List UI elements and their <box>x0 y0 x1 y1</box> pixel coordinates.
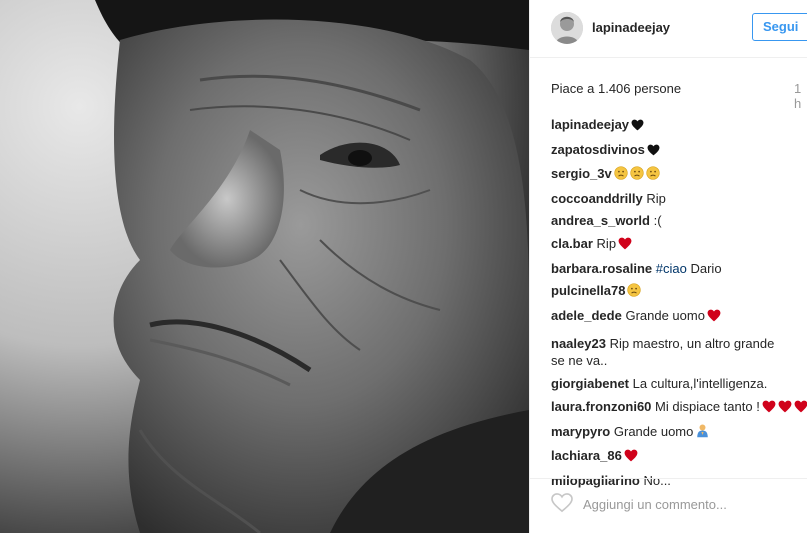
comment-text: Grande uomo <box>613 423 694 439</box>
comment-username[interactable]: laura.fronzoni60 <box>551 399 651 414</box>
post-header: lapinadeejay Segui <box>530 0 807 58</box>
red-heart-icon <box>624 447 638 470</box>
comment-item: barbara.rosaline #ciao Dario <box>551 258 791 281</box>
comment-username[interactable]: coccoanddrilly <box>551 191 643 206</box>
comment-input[interactable] <box>583 494 783 514</box>
red-heart-icon <box>762 398 776 421</box>
black-heart-icon <box>647 141 660 164</box>
sad-face-icon <box>627 282 642 305</box>
praying-person-icon <box>695 423 710 446</box>
comment-text: Rip <box>596 235 617 251</box>
comment-username[interactable]: lapinadeejay <box>551 117 629 132</box>
comment-item: naaley23 Rip maestro, un altro grande se… <box>551 335 791 369</box>
comment-item: laura.fronzoni60 Mi dispiace tanto ! <box>551 396 807 421</box>
comment-item: coccoanddrilly Rip <box>551 188 791 211</box>
comment-text: Rip <box>646 190 666 206</box>
follow-button[interactable]: Segui <box>752 13 807 41</box>
sad-face-icon <box>614 165 628 188</box>
sad-face-icon <box>646 165 660 188</box>
post-photo[interactable] <box>0 0 529 533</box>
comment-text: :( <box>653 213 662 229</box>
comment-text: Mi dispiace tanto ! <box>655 398 760 414</box>
post-sidebar: lapinadeejay Segui Piace a 1.406 persone… <box>529 0 807 533</box>
comment-item: pulcinella78 <box>551 280 791 305</box>
comment-username[interactable]: pulcinella78 <box>551 283 625 298</box>
comment-username[interactable]: marypyro <box>551 424 610 439</box>
comment-username[interactable]: zapatosdivinos <box>551 142 645 157</box>
comment-username[interactable]: barbara.rosaline <box>551 261 652 276</box>
comment-item: lapinadeejay <box>551 114 791 139</box>
comment-username[interactable]: andrea_s_world <box>551 213 650 228</box>
avatar[interactable] <box>551 12 583 44</box>
likes-row: Piace a 1.406 persone 1 h <box>551 81 807 111</box>
sad-face-icon <box>630 165 644 188</box>
comment-username[interactable]: cla.bar <box>551 236 593 251</box>
comment-text: La cultura,l'intelligenza. <box>632 376 768 392</box>
comment-footer <box>530 478 807 533</box>
comments-list: lapinadeejay zapatosdivinos sergio_3vcocco… <box>551 114 807 492</box>
comment-item: zapatosdivinos <box>551 139 791 164</box>
comment-username[interactable]: adele_dede <box>551 308 622 323</box>
comment-item: marypyro Grande uomo <box>551 421 791 446</box>
comment-item: lachiara_86 <box>551 445 791 470</box>
comment-username[interactable]: sergio_3v <box>551 166 612 181</box>
comment-item: cla.bar Rip <box>551 233 791 258</box>
comment-hashtag[interactable]: #ciao <box>656 261 687 276</box>
red-heart-icon <box>707 307 721 330</box>
comment-text: Grande uomo <box>625 307 705 323</box>
post-photo-image <box>0 0 529 533</box>
comment-text: Dario <box>690 260 722 276</box>
black-heart-icon <box>631 116 644 139</box>
red-heart-icon <box>778 398 792 421</box>
red-heart-icon <box>618 235 632 258</box>
red-heart-icon <box>794 398 807 421</box>
post-username[interactable]: lapinadeejay <box>592 20 670 35</box>
comment-item: andrea_s_world :( <box>551 210 791 233</box>
comment-item: sergio_3v <box>551 163 791 188</box>
comment-item: giorgiabenet La cultura,l'intelligenza. <box>551 373 791 396</box>
comment-username[interactable]: giorgiabenet <box>551 376 629 391</box>
likes-count[interactable]: Piace a 1.406 persone <box>551 81 681 96</box>
post-time[interactable]: 1 h <box>794 81 807 111</box>
comment-username[interactable]: naaley23 <box>551 336 606 351</box>
comment-username[interactable]: lachiara_86 <box>551 448 622 463</box>
comment-item: adele_dede Grande uomo <box>551 305 791 330</box>
like-heart-icon[interactable] <box>551 493 573 513</box>
